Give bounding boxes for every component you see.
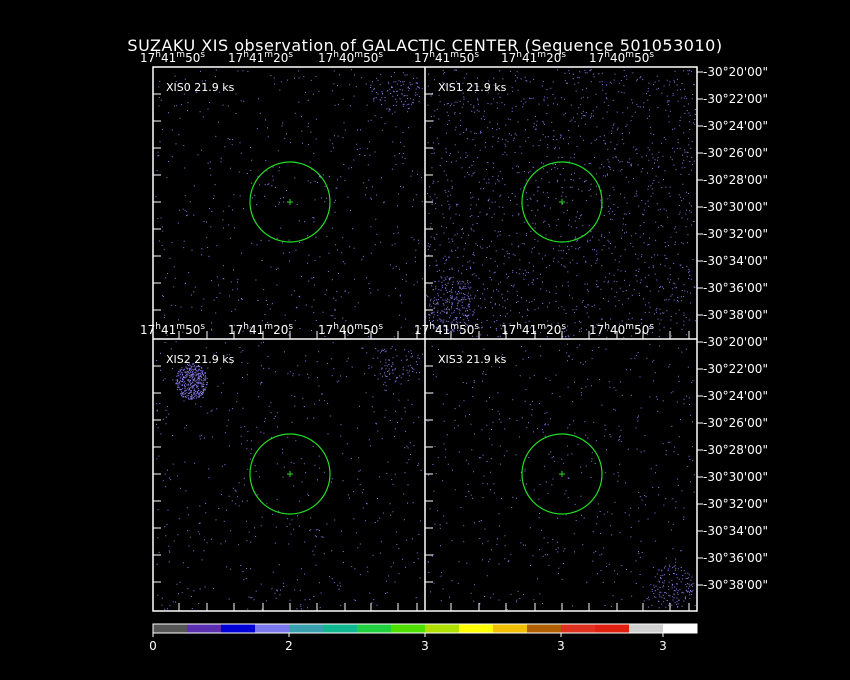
- x-ray-events: [426, 69, 696, 338]
- dec-tick-label: -30°34'00": [703, 524, 768, 538]
- x-ray-events: [155, 69, 423, 338]
- source-position-cross: [287, 471, 293, 477]
- colorbar-segment: [187, 624, 222, 633]
- colorbar-label: 3: [421, 639, 429, 653]
- xis-panel: XIS0 21.9 ks: [153, 69, 423, 339]
- dec-tick-label: -30°28'00": [703, 173, 768, 187]
- dec-tick-label: -30°36'00": [703, 551, 768, 565]
- panel-label: XIS2 21.9 ks: [166, 353, 235, 366]
- colorbar-segment: [221, 624, 256, 633]
- dec-tick-label: -30°26'00": [703, 416, 768, 430]
- dec-tick-label: -30°38'00": [703, 308, 768, 322]
- ra-tick-label: 17h41m20s: [228, 322, 293, 337]
- ra-tick-label: 17h41m20s: [228, 50, 293, 65]
- dec-tick-label: -30°20'00": [703, 335, 768, 349]
- dec-tick-label: -30°22'00": [703, 362, 768, 376]
- xis-panel: XIS1 21.9 ks: [425, 69, 696, 339]
- panel-label: XIS3 21.9 ks: [438, 353, 507, 366]
- colorbar-segment: [459, 624, 494, 633]
- xis-image-figure: XIS0 21.9 ks XIS1 21.9 ks XIS2 21.9 ks XIS3…: [140, 50, 768, 653]
- dec-tick-label: -30°32'00": [703, 227, 768, 241]
- colorbar-label: 3: [557, 639, 565, 653]
- dec-tick-label: -30°34'00": [703, 254, 768, 268]
- colorbar-segment: [561, 624, 596, 633]
- colorbar-segment: [425, 624, 460, 633]
- dec-tick-label: -30°38'00": [703, 578, 768, 592]
- panel-label: XIS1 21.9 ks: [438, 81, 507, 94]
- ra-tick-label: 17h40m50s: [318, 50, 383, 65]
- colorbar-segment: [153, 624, 188, 633]
- colorbar-segment: [391, 624, 426, 633]
- source-position-cross: [559, 199, 565, 205]
- source-position-cross: [559, 471, 565, 477]
- dec-tick-label: -30°26'00": [703, 146, 768, 160]
- ra-tick-label: 17h41m50s: [140, 322, 205, 337]
- dec-tick-label: -30°28'00": [703, 443, 768, 457]
- x-ray-events: [156, 341, 423, 610]
- colorbar-segment: [527, 624, 562, 633]
- ra-tick-label: 17h41m20s: [501, 50, 566, 65]
- colorbar-segment: [595, 624, 630, 633]
- colorbar-label: 3: [659, 639, 667, 653]
- colorbar-segment: [663, 624, 698, 633]
- colorbar-segment: [493, 624, 528, 633]
- dec-tick-label: -30°24'00": [703, 389, 768, 403]
- dec-tick-label: -30°30'00": [703, 470, 768, 484]
- panel-label: XIS0 21.9 ks: [166, 81, 235, 94]
- colorbar-label: 2: [285, 639, 293, 653]
- xis-panel: XIS3 21.9 ks: [425, 343, 696, 611]
- ra-tick-label: 17h40m50s: [589, 322, 654, 337]
- dec-tick-label: -30°22'00": [703, 92, 768, 106]
- dec-tick-label: -30°36'00": [703, 281, 768, 295]
- dec-tick-label: -30°20'00": [703, 65, 768, 79]
- ra-tick-label: 17h40m50s: [589, 50, 654, 65]
- colorbar-label: 0: [149, 639, 157, 653]
- ra-tick-label: 17h41m20s: [501, 322, 566, 337]
- ra-tick-label: 17h40m50s: [318, 322, 383, 337]
- ra-tick-label: 17h41m50s: [414, 50, 479, 65]
- ra-tick-label: 17h41m50s: [414, 322, 479, 337]
- ra-tick-label: 17h41m50s: [140, 50, 205, 65]
- xis-panel: XIS2 21.9 ks: [153, 341, 423, 611]
- colorbar-segment: [255, 624, 290, 633]
- dec-tick-label: -30°30'00": [703, 200, 768, 214]
- dec-tick-label: -30°24'00": [703, 119, 768, 133]
- colorbar-segment: [323, 624, 358, 633]
- dec-tick-label: -30°32'00": [703, 497, 768, 511]
- source-position-cross: [287, 199, 293, 205]
- image-viewer: SUZAKU XIS observation of GALACTIC CENTE…: [0, 0, 850, 680]
- colorbar-segment: [289, 624, 324, 633]
- colorbar-segment: [629, 624, 664, 633]
- colorbar-segment: [357, 624, 392, 633]
